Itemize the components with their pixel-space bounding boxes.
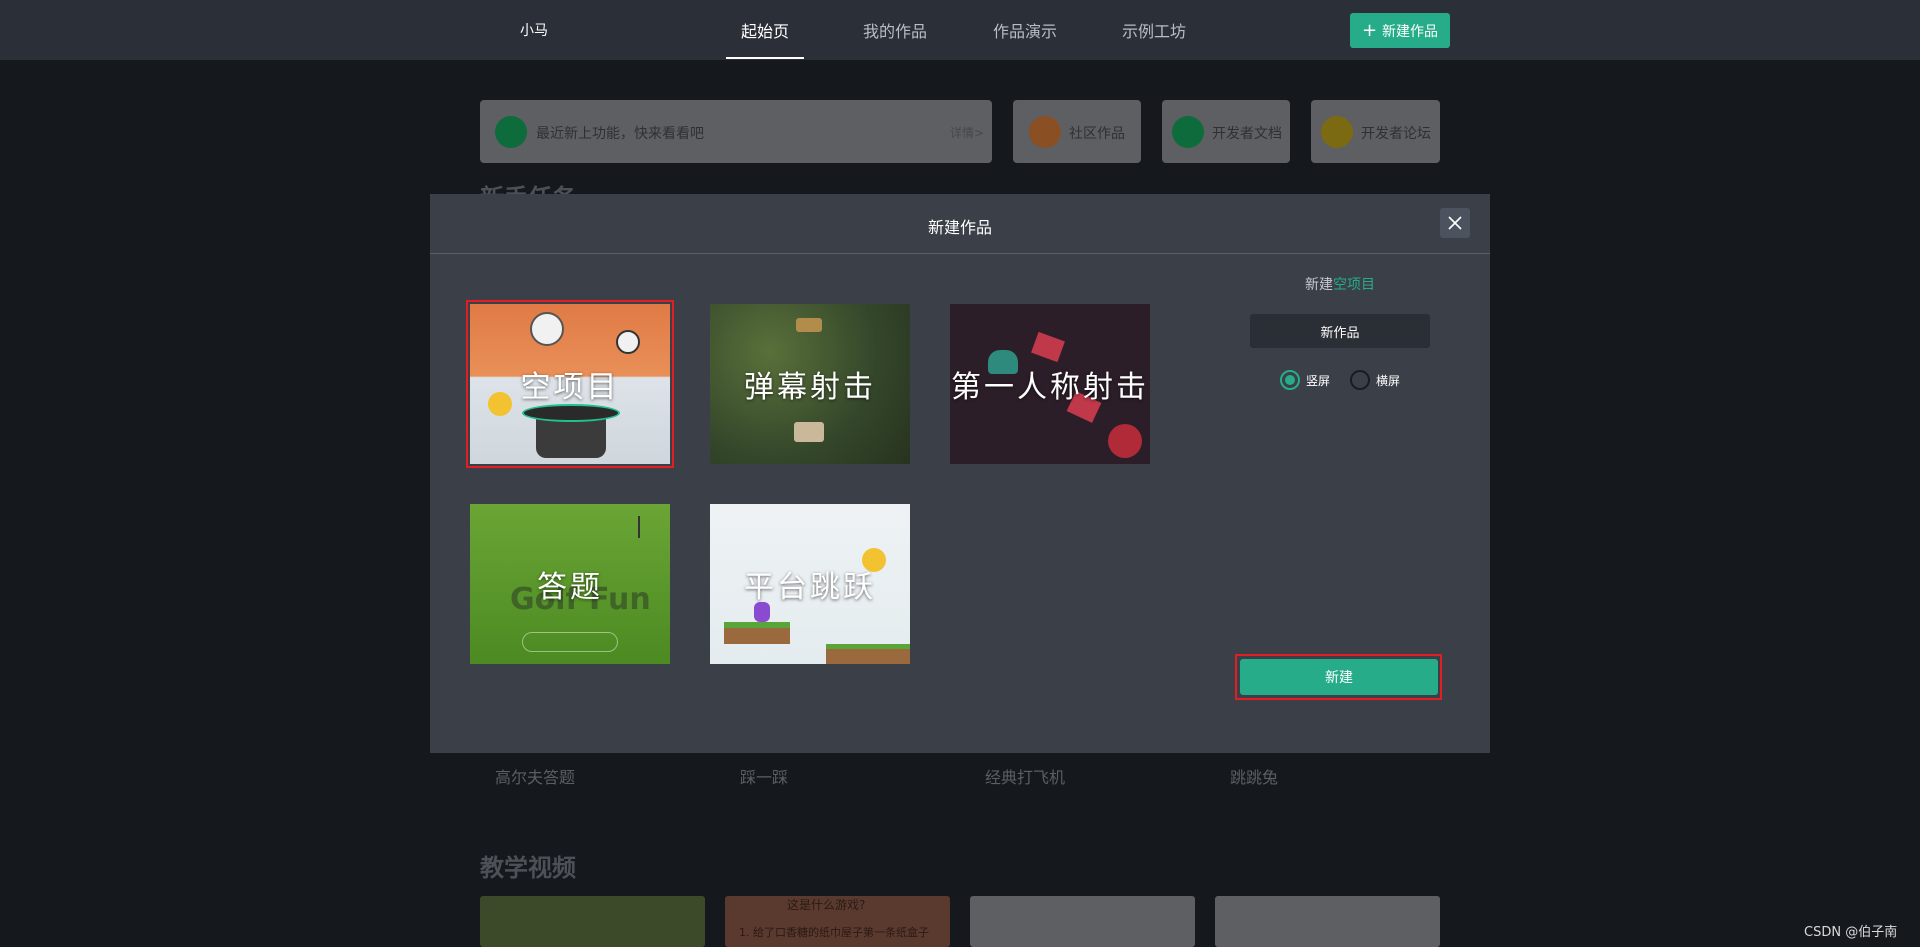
active-tab-underline <box>726 57 804 59</box>
top-nav: 小马 起始页 我的作品 作品演示 示例工坊 + 新建作品 <box>0 0 1920 60</box>
video-thumbnail[interactable]: 这是什么游戏? 1. 给了口香糖的纸巾屋子第一条纸盒子 <box>725 896 950 947</box>
video-snippet-text: 1. 给了口香糖的纸巾屋子第一条纸盒子 <box>739 926 929 939</box>
new-work-button[interactable]: + 新建作品 <box>1350 13 1450 48</box>
radio-landscape[interactable]: 横屏 <box>1350 370 1400 390</box>
template-label: 答题 <box>537 570 603 605</box>
new-work-label: 新建作品 <box>1382 23 1439 40</box>
template-bullet-hell[interactable]: 弹幕射击 <box>710 304 910 464</box>
radio-button-unchecked[interactable] <box>1350 370 1370 390</box>
user-name[interactable]: 小马 <box>520 20 548 40</box>
quick-link-label: 社区作品 <box>1069 126 1125 142</box>
game-card-title[interactable]: 经典打飞机 <box>985 764 1065 788</box>
video-snippet-title: 这是什么游戏? <box>787 898 866 912</box>
close-icon <box>1448 216 1462 230</box>
megaphone-icon <box>495 116 527 148</box>
tab-start-page[interactable]: 起始页 <box>741 18 789 42</box>
video-thumbnail[interactable] <box>1215 896 1440 947</box>
video-thumbnail[interactable] <box>970 896 1195 947</box>
create-button[interactable]: 新建 <box>1240 659 1438 695</box>
quick-link-label: 开发者论坛 <box>1361 126 1431 142</box>
template-empty-project[interactable]: 空项目 <box>466 300 674 468</box>
template-first-person-shooter[interactable]: 第一人称射击 <box>950 304 1150 464</box>
template-platformer[interactable]: 平台跳跃 <box>710 504 910 664</box>
quick-link-community[interactable]: 社区作品 <box>1013 100 1141 163</box>
template-label: 平台跳跃 <box>744 570 876 605</box>
quick-link-forum[interactable]: 开发者论坛 <box>1311 100 1440 163</box>
radio-label: 横屏 <box>1376 373 1401 388</box>
modal-title: 新建作品 <box>927 218 992 237</box>
new-type: 空项目 <box>1333 277 1375 293</box>
plus-icon: + <box>1361 19 1378 41</box>
template-label: 弹幕射击 <box>744 370 876 405</box>
work-name-input[interactable] <box>1250 314 1430 348</box>
template-label: 第一人称射击 <box>951 370 1149 405</box>
quick-link-label: 开发者文档 <box>1212 126 1282 142</box>
radio-portrait[interactable]: 竖屏 <box>1280 370 1330 390</box>
new-type-caption: 新建空项目 <box>1305 274 1375 294</box>
modal-header: 新建作品 <box>430 194 1490 254</box>
quick-link-docs[interactable]: 开发者文档 <box>1162 100 1290 163</box>
forum-icon <box>1321 116 1353 148</box>
tab-demos[interactable]: 作品演示 <box>993 18 1057 42</box>
video-thumbnail[interactable] <box>480 896 705 947</box>
radio-button-checked[interactable] <box>1280 370 1300 390</box>
community-icon <box>1029 116 1061 148</box>
watermark: CSDN @伯子南 <box>1804 925 1898 940</box>
template-label: 空项目 <box>520 370 620 405</box>
notice-link[interactable]: 详情> <box>950 124 984 141</box>
tab-examples[interactable]: 示例工坊 <box>1122 18 1186 42</box>
tab-my-works[interactable]: 我的作品 <box>863 18 927 42</box>
new-prefix: 新建 <box>1305 277 1333 293</box>
game-card-title[interactable]: 高尔夫答题 <box>495 764 575 788</box>
new-work-modal: 新建作品 空项目 弹幕射击 第一人称射击 Golf Fun 答题 平台跳跃 新建… <box>430 194 1490 753</box>
section-heading-videos: 教学视频 <box>480 854 576 882</box>
game-card-title[interactable]: 踩一踩 <box>740 764 788 788</box>
close-button[interactable] <box>1440 208 1470 238</box>
notice-card[interactable]: 最近新上功能，快来看看吧 详情> <box>480 100 992 163</box>
template-quiz[interactable]: Golf Fun 答题 <box>470 504 670 664</box>
notice-text: 最近新上功能，快来看看吧 <box>536 126 704 142</box>
book-icon <box>1172 116 1204 148</box>
game-card-title[interactable]: 跳跳兔 <box>1230 764 1278 788</box>
radio-label: 竖屏 <box>1306 373 1331 388</box>
